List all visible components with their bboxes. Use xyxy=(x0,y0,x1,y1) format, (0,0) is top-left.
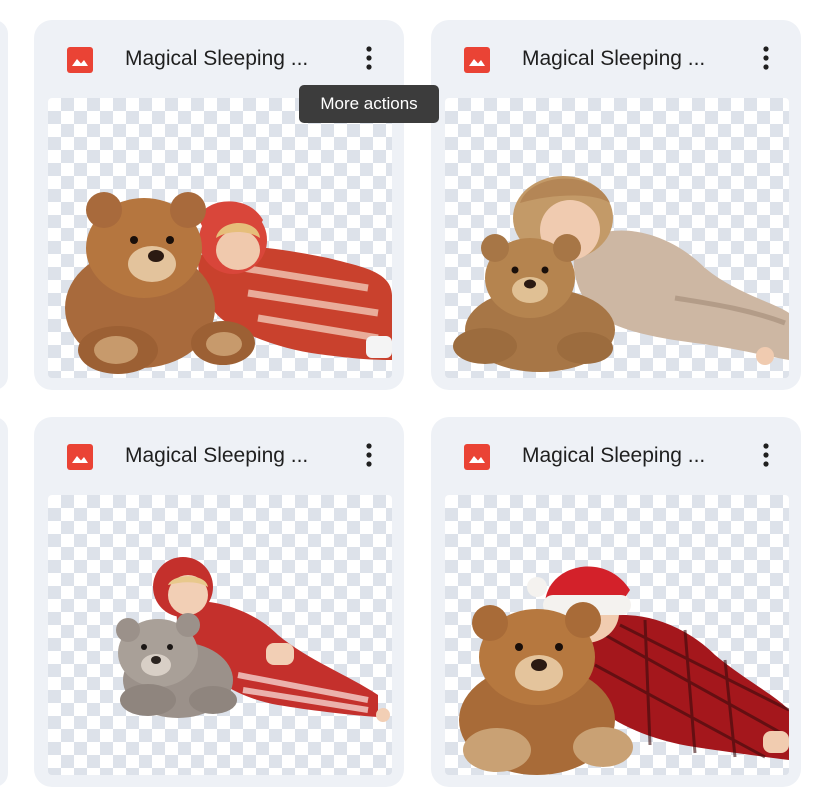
file-thumbnail[interactable] xyxy=(445,495,789,775)
image-file-icon xyxy=(67,47,93,73)
partial-card-left-top[interactable] xyxy=(0,20,8,390)
sleeping-child-teddy-image xyxy=(116,557,390,722)
more-actions-tooltip: More actions xyxy=(299,85,439,123)
file-title: Magical Sleeping ... xyxy=(125,444,309,467)
image-file-icon xyxy=(464,444,490,470)
file-card[interactable]: Magical Sleeping ... xyxy=(34,20,404,390)
sleeping-child-teddy-image xyxy=(459,566,789,775)
partial-card-left-bottom[interactable] xyxy=(0,417,8,787)
file-thumbnail[interactable] xyxy=(48,495,392,775)
file-thumbnail[interactable] xyxy=(48,98,392,378)
more-actions-button[interactable] xyxy=(350,436,388,474)
file-card[interactable]: Magical Sleeping ... xyxy=(34,417,404,787)
more-vert-icon xyxy=(366,443,372,467)
file-card-header: Magical Sleeping ... xyxy=(431,417,801,495)
sleeping-child-teddy-image xyxy=(65,192,392,374)
more-actions-button[interactable] xyxy=(747,39,785,77)
more-actions-button[interactable] xyxy=(350,39,388,77)
image-file-icon xyxy=(67,444,93,470)
file-card[interactable]: Magical Sleeping ... xyxy=(431,417,801,787)
more-vert-icon xyxy=(763,443,769,467)
sleeping-child-teddy-image xyxy=(453,176,789,372)
file-card-header: Magical Sleeping ... xyxy=(431,20,801,98)
file-title: Magical Sleeping ... xyxy=(125,47,309,70)
file-card[interactable]: Magical Sleeping ... xyxy=(431,20,801,390)
image-file-icon xyxy=(464,47,490,73)
file-title: Magical Sleeping ... xyxy=(522,444,706,467)
more-actions-button[interactable] xyxy=(747,436,785,474)
more-vert-icon xyxy=(763,46,769,70)
more-vert-icon xyxy=(366,46,372,70)
file-card-header: Magical Sleeping ... xyxy=(34,417,404,495)
file-title: Magical Sleeping ... xyxy=(522,47,706,70)
file-thumbnail[interactable] xyxy=(445,98,789,378)
